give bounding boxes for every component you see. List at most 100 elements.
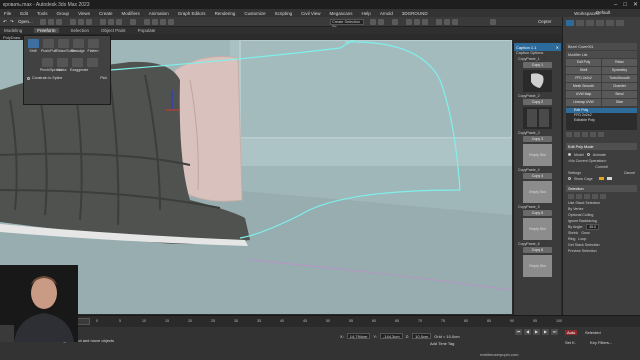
bind-icon[interactable] bbox=[56, 19, 62, 25]
model-radio[interactable] bbox=[568, 153, 571, 156]
menu-group[interactable]: Group bbox=[57, 11, 70, 16]
curve-editor-icon[interactable] bbox=[406, 19, 412, 25]
uvw-map-button[interactable]: UVW Map bbox=[566, 91, 601, 98]
key-filters-button[interactable]: Key Filters... bbox=[590, 340, 612, 345]
add-time-tag[interactable]: Add Time Tag bbox=[430, 341, 454, 346]
edit-poly-mode-rollout[interactable]: Edit Poly Mode bbox=[566, 143, 637, 150]
get-stack-selection[interactable]: Get Stack Selection bbox=[568, 242, 635, 247]
make-unique-icon[interactable] bbox=[582, 132, 588, 137]
unwrap-uvw-button[interactable]: Unwrap UVW bbox=[566, 99, 601, 106]
symmetry-button[interactable]: Symmetry bbox=[602, 67, 637, 74]
slice-button[interactable]: Slice bbox=[602, 99, 637, 106]
menu-rendering[interactable]: Rendering bbox=[215, 11, 236, 16]
tab-modeling[interactable]: Modeling bbox=[4, 28, 22, 33]
menu-modifiers[interactable]: Modifiers bbox=[122, 11, 140, 16]
menu-graph-editors[interactable]: Graph Editors bbox=[178, 11, 206, 16]
y-field[interactable]: -144,3cm bbox=[379, 333, 403, 339]
ring-button[interactable]: Ring bbox=[568, 237, 575, 241]
menu-file[interactable]: File bbox=[4, 11, 11, 16]
layer-icon[interactable] bbox=[392, 19, 398, 25]
revert-tool[interactable] bbox=[85, 58, 99, 72]
rotate-icon[interactable] bbox=[108, 19, 114, 25]
relax-button[interactable]: Relax bbox=[602, 59, 637, 66]
menu-help[interactable]: Help bbox=[362, 11, 371, 16]
edge-icon[interactable] bbox=[576, 194, 582, 199]
edit-poly-button[interactable]: Edit Poly bbox=[566, 59, 601, 66]
menu-customize[interactable]: Customize bbox=[244, 11, 265, 16]
menu-civil-view[interactable]: Civil View bbox=[301, 11, 320, 16]
grow-button[interactable]: Grow bbox=[581, 231, 590, 235]
move-icon[interactable] bbox=[100, 19, 106, 25]
show-end-result-icon[interactable] bbox=[574, 132, 580, 137]
menu-animation[interactable]: Animation bbox=[149, 11, 169, 16]
maximize-icon[interactable]: □ bbox=[623, 2, 627, 8]
shrink-button[interactable]: Shrink bbox=[568, 231, 578, 235]
push-pull-tool[interactable]: Push/Pull bbox=[41, 39, 56, 53]
bend-button[interactable]: Bend bbox=[602, 91, 637, 98]
configure-sets-icon[interactable] bbox=[598, 132, 604, 137]
loop-button[interactable]: Loop bbox=[578, 237, 586, 241]
set-key-button[interactable]: Set K. bbox=[565, 340, 576, 345]
z-field[interactable]: 10,0cm bbox=[412, 333, 432, 339]
object-name-field[interactable]: Bezel Cover001 bbox=[566, 43, 637, 50]
show-cage-checkbox[interactable] bbox=[568, 177, 571, 180]
user-icon[interactable] bbox=[490, 19, 496, 25]
x-field[interactable]: 14,794cm bbox=[346, 333, 371, 339]
schematic-icon[interactable] bbox=[414, 19, 420, 25]
unlink-icon[interactable] bbox=[48, 19, 54, 25]
selected-dropdown[interactable]: Selected bbox=[585, 330, 601, 335]
prev-frame-icon[interactable]: ◀ bbox=[524, 329, 531, 335]
copy-button[interactable]: Copy 1 bbox=[523, 62, 552, 68]
cancel-button[interactable]: Cancel bbox=[624, 171, 635, 175]
menu-arnold[interactable]: Arnold bbox=[380, 11, 393, 16]
motion-tab-icon[interactable] bbox=[596, 20, 604, 26]
utilities-tab-icon[interactable] bbox=[616, 20, 624, 26]
animate-radio[interactable] bbox=[586, 153, 590, 156]
user-name[interactable]: Cepter bbox=[538, 19, 552, 24]
percent-snap-icon[interactable] bbox=[160, 19, 166, 25]
slot-thumbnail[interactable] bbox=[523, 70, 552, 92]
shell-button[interactable]: Shell bbox=[566, 67, 601, 74]
copy-button[interactable]: Copy 4 bbox=[523, 173, 552, 179]
commit-button[interactable]: Commit bbox=[568, 164, 635, 169]
pick-button[interactable]: Pick bbox=[100, 76, 107, 80]
spinner-snap-icon[interactable] bbox=[168, 19, 174, 25]
polygon-icon[interactable] bbox=[592, 194, 598, 199]
empty-slot[interactable]: Empty Slot bbox=[523, 144, 552, 166]
minimize-icon[interactable]: – bbox=[614, 2, 617, 8]
menu-scripting[interactable]: Scripting bbox=[275, 11, 293, 16]
create-tab-icon[interactable] bbox=[566, 20, 574, 26]
element-icon[interactable] bbox=[600, 194, 606, 199]
flatten-tool[interactable]: Flatten bbox=[86, 39, 100, 53]
next-frame-icon[interactable]: ▶ bbox=[542, 329, 549, 335]
meshsmooth-button[interactable]: Mesh Smooth bbox=[566, 83, 601, 90]
menu-edit[interactable]: Edit bbox=[20, 11, 28, 16]
modify-tab-icon[interactable] bbox=[576, 20, 584, 26]
timeline-ruler[interactable]: 0 5 10 15 20 25 30 35 40 45 50 55 60 65 70 75 80 85 90 95 10… bbox=[96, 319, 566, 325]
subtab-polydraw[interactable]: PolyDraw bbox=[3, 35, 20, 40]
menu-3dground[interactable]: 3DGROUND bbox=[402, 11, 428, 16]
constrain-checkbox[interactable] bbox=[27, 76, 30, 80]
stack-item[interactable]: Editable Poly bbox=[566, 118, 637, 123]
copy-button[interactable]: Copy 3 bbox=[523, 136, 552, 142]
menu-create[interactable]: Create bbox=[99, 11, 113, 16]
mirror-icon[interactable] bbox=[370, 19, 376, 25]
cage-selected-color-swatch[interactable] bbox=[606, 177, 612, 180]
go-to-start-icon[interactable]: ⏮ bbox=[515, 329, 522, 335]
material-editor-icon[interactable] bbox=[422, 19, 428, 25]
settings-button[interactable]: Settings bbox=[568, 171, 581, 175]
remove-modifier-icon[interactable] bbox=[590, 132, 596, 137]
smudge-tool[interactable]: Smudge bbox=[71, 39, 85, 53]
pivot-icon[interactable] bbox=[130, 19, 136, 25]
hierarchy-tab-icon[interactable] bbox=[586, 20, 594, 26]
auto-key-button[interactable]: Auto bbox=[565, 330, 578, 335]
close-icon[interactable]: ✕ bbox=[633, 1, 638, 8]
by-angle-label[interactable]: By Angle: bbox=[568, 225, 583, 229]
angle-field[interactable]: 45.0 bbox=[586, 223, 600, 230]
chamfer-button[interactable]: Chamfer bbox=[602, 83, 637, 90]
render-setup-icon[interactable] bbox=[436, 19, 442, 25]
go-to-end-icon[interactable]: ⏭ bbox=[551, 329, 558, 335]
by-vertex[interactable]: By Vertex bbox=[568, 206, 635, 211]
pinch-spread-tool[interactable]: Pinch/Spread bbox=[40, 58, 62, 72]
empty-slot[interactable]: Empty Slot bbox=[523, 255, 552, 277]
